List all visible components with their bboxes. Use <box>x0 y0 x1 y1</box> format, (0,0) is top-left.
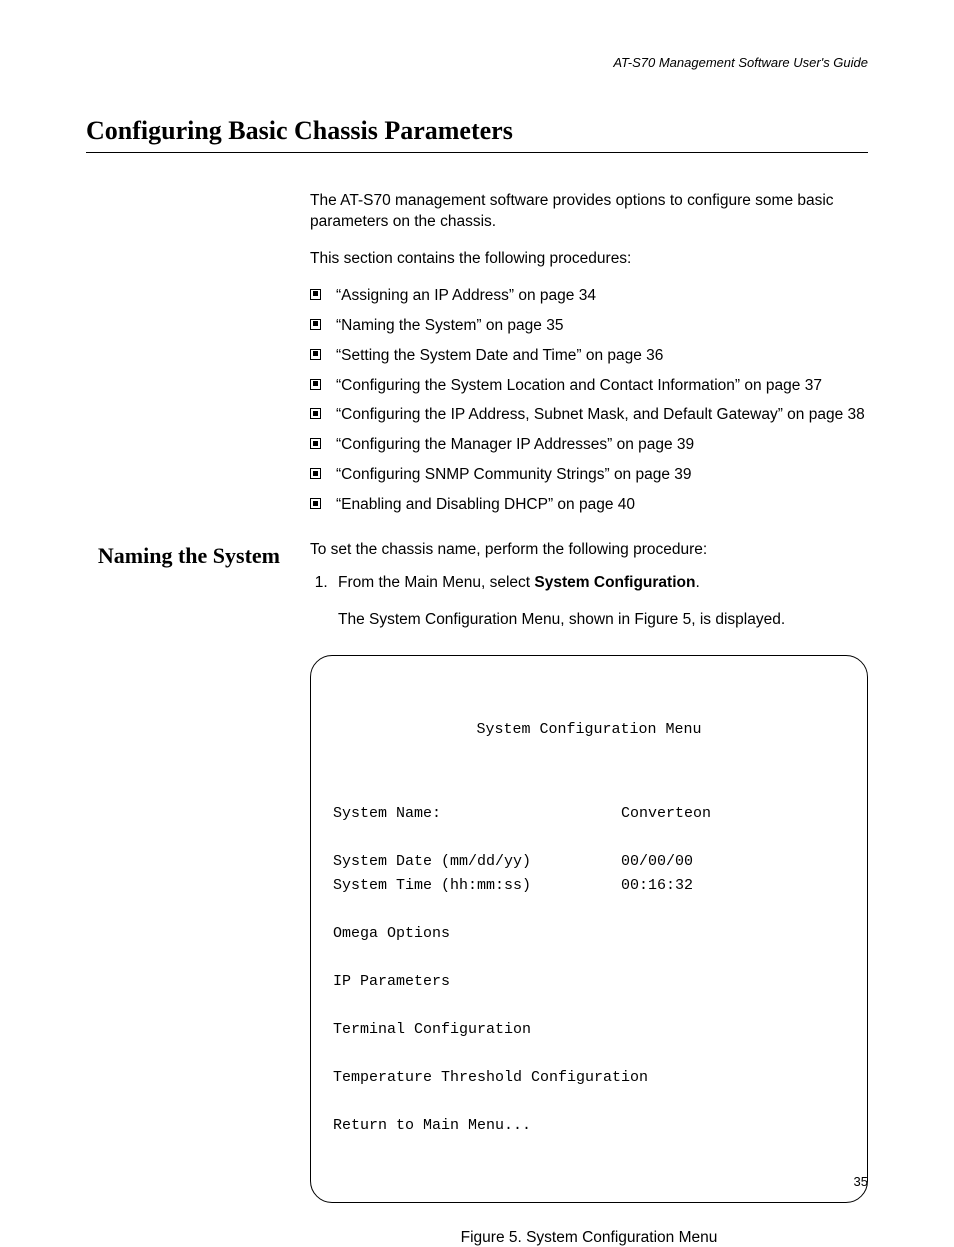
list-item-label: “Enabling and Disabling DHCP” on page 40 <box>336 496 635 513</box>
checkbox-icon <box>310 498 321 509</box>
list-item-label: “Configuring the System Location and Con… <box>336 377 822 394</box>
list-item: “Assigning an IP Address” on page 34 <box>310 286 868 307</box>
figure-caption: Figure 5. System Configuration Menu <box>310 1229 868 1247</box>
checkbox-icon <box>310 289 321 300</box>
list-item-label: “Naming the System” on page 35 <box>336 317 563 334</box>
intro-paragraph-1: The AT-S70 management software provides … <box>310 191 868 233</box>
list-item: “Setting the System Date and Time” on pa… <box>310 346 868 367</box>
step-text-bold: System Configuration <box>534 574 695 591</box>
section-side-heading: Naming the System <box>86 540 310 570</box>
title-rule <box>86 152 868 153</box>
list-item: “Naming the System” on page 35 <box>310 316 868 337</box>
step-item: From the Main Menu, select System Config… <box>332 573 868 594</box>
menu-title: System Configuration Menu <box>333 718 845 742</box>
running-header: AT-S70 Management Software User's Guide <box>86 55 868 70</box>
list-item: “Configuring the System Location and Con… <box>310 376 868 397</box>
step-result: The System Configuration Menu, shown in … <box>338 610 868 631</box>
checkbox-icon <box>310 468 321 479</box>
list-item: “Configuring SNMP Community Strings” on … <box>310 465 868 486</box>
menu-body: System Name: Converteon System Date (mm/… <box>333 802 845 1138</box>
list-item: “Configuring the Manager IP Addresses” o… <box>310 435 868 456</box>
checkbox-icon <box>310 319 321 330</box>
steps-list: From the Main Menu, select System Config… <box>310 573 868 594</box>
list-item-label: “Setting the System Date and Time” on pa… <box>336 347 663 364</box>
system-config-menu: System Configuration Menu System Name: C… <box>310 655 868 1203</box>
list-item: “Enabling and Disabling DHCP” on page 40 <box>310 495 868 516</box>
step-text-pre: From the Main Menu, select <box>338 574 534 591</box>
checkbox-icon <box>310 438 321 449</box>
section-intro: To set the chassis name, perform the fol… <box>310 540 868 561</box>
checkbox-icon <box>310 349 321 360</box>
list-item: “Configuring the IP Address, Subnet Mask… <box>310 405 868 426</box>
list-item-label: “Configuring SNMP Community Strings” on … <box>336 466 692 483</box>
page-title: Configuring Basic Chassis Parameters <box>86 116 868 146</box>
intro-paragraph-2: This section contains the following proc… <box>310 249 868 270</box>
page-number: 35 <box>854 1174 868 1189</box>
list-item-label: “Assigning an IP Address” on page 34 <box>336 287 596 304</box>
step-text-post: . <box>695 574 699 591</box>
checkbox-icon <box>310 408 321 419</box>
list-item-label: “Configuring the IP Address, Subnet Mask… <box>336 406 865 423</box>
procedure-list: “Assigning an IP Address” on page 34 “Na… <box>310 286 868 516</box>
list-item-label: “Configuring the Manager IP Addresses” o… <box>336 436 694 453</box>
checkbox-icon <box>310 379 321 390</box>
